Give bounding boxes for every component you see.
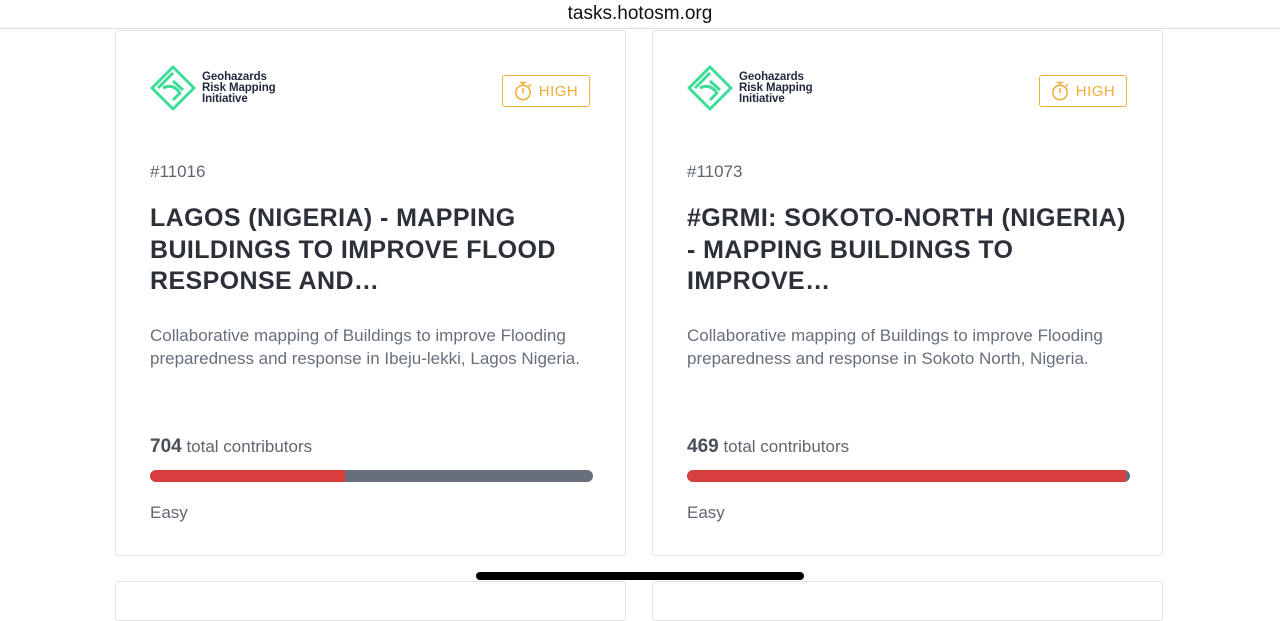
project-title[interactable]: LAGOS (NIGERIA) - MAPPING BUILDINGS TO I… — [150, 203, 590, 298]
difficulty-label: Easy — [150, 503, 188, 522]
stopwatch-icon — [1051, 81, 1069, 101]
address-bar[interactable]: tasks.hotosm.org — [0, 0, 1280, 29]
project-id: #11073 — [687, 162, 743, 181]
project-card[interactable]: Geohazards Risk Mapping Initiative HIGH … — [652, 30, 1163, 556]
organisation-logo: Geohazards Risk Mapping Initiative — [687, 65, 813, 111]
project-description: Collaborative mapping of Buildings to im… — [687, 326, 1103, 368]
organisation-name: Geohazards Risk Mapping Initiative — [202, 70, 276, 105]
project-card[interactable]: Geohazards Risk Mapping Initiative HIGH … — [115, 30, 626, 556]
address-bar-url: tasks.hotosm.org — [567, 3, 713, 24]
project-description: Collaborative mapping of Buildings to im… — [150, 326, 580, 368]
project-card[interactable] — [115, 581, 626, 621]
mapping-progress-bar — [687, 470, 1130, 482]
mapping-progress-fill — [150, 470, 345, 482]
contributors-count: 469 — [687, 436, 719, 457]
home-indicator-bar[interactable] — [476, 572, 804, 580]
contributors-count: 704 — [150, 436, 182, 457]
project-card[interactable] — [652, 581, 1163, 621]
project-id: #11016 — [150, 162, 206, 181]
organisation-logo: Geohazards Risk Mapping Initiative — [150, 65, 276, 111]
project-title[interactable]: #GRMI: SOKOTO-NORTH (NIGERIA) - MAPPING … — [687, 203, 1127, 298]
organisation-name: Geohazards Risk Mapping Initiative — [739, 70, 813, 105]
mapping-progress-fill — [687, 470, 1126, 482]
stopwatch-icon — [514, 81, 532, 101]
diamond-logo-icon — [150, 65, 196, 111]
priority-label: HIGH — [538, 82, 579, 100]
mapping-progress-bar — [150, 470, 593, 482]
contributors-label: total contributors — [186, 437, 313, 456]
contributors-summary: 704 total contributors — [150, 436, 312, 458]
diamond-logo-icon — [687, 65, 733, 111]
priority-badge: HIGH — [1039, 75, 1127, 107]
contributors-summary: 469 total contributors — [687, 436, 849, 458]
contributors-label: total contributors — [723, 437, 850, 456]
project-card-grid: Geohazards Risk Mapping Initiative HIGH … — [0, 0, 1280, 621]
difficulty-label: Easy — [687, 503, 725, 522]
priority-label: HIGH — [1075, 82, 1116, 100]
priority-badge: HIGH — [502, 75, 590, 107]
